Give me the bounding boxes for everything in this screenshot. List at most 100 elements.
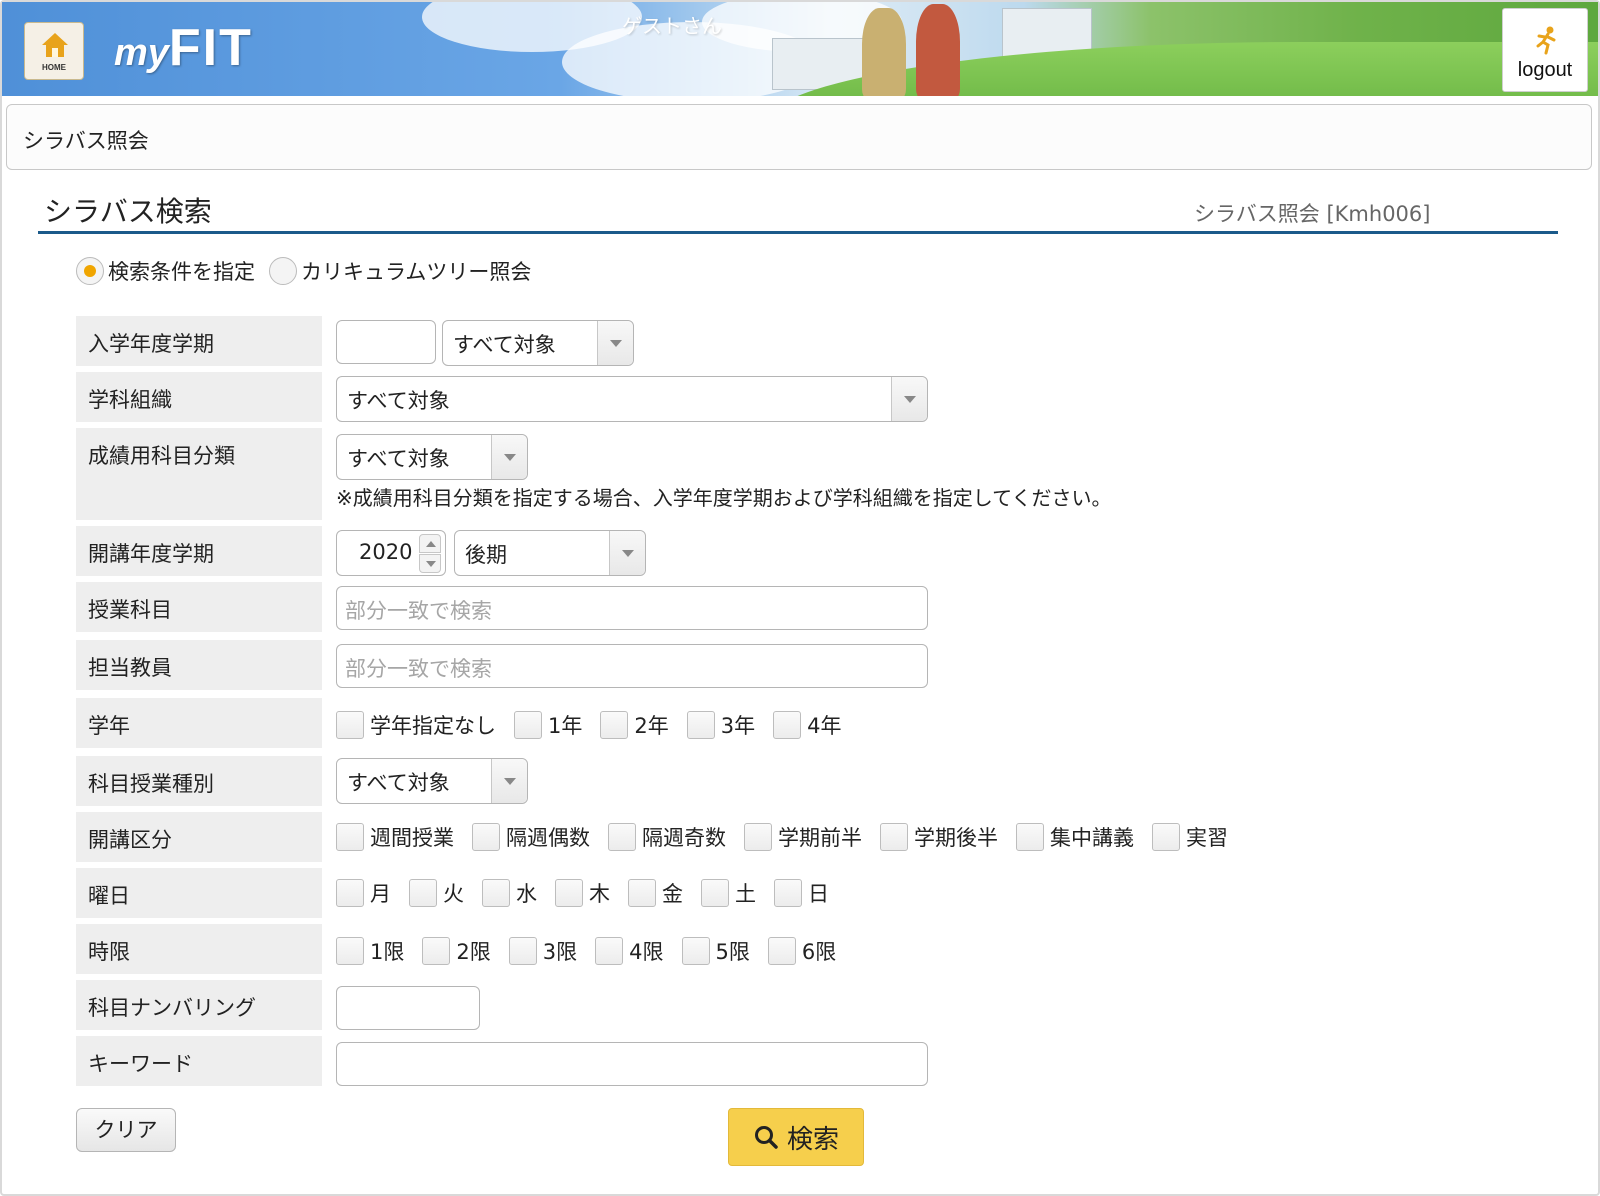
checkbox-item[interactable]: 1年 xyxy=(514,710,582,740)
instructor-input[interactable]: 部分一致で検索 xyxy=(336,644,928,688)
department-label: 学科組織 xyxy=(76,372,322,422)
checkbox-item[interactable]: 学期前半 xyxy=(744,822,862,852)
checkbox[interactable] xyxy=(422,937,451,965)
checkbox-item[interactable]: 水 xyxy=(482,878,537,908)
checkbox-item[interactable]: 学期後半 xyxy=(880,822,998,852)
checkbox-item[interactable]: 月 xyxy=(336,878,391,908)
checkbox-item[interactable]: 週間授業 xyxy=(336,822,454,852)
myfit-logo: myFIT xyxy=(114,18,253,78)
logout-button[interactable]: logout xyxy=(1502,8,1588,92)
radio-search-conditions[interactable] xyxy=(76,257,104,285)
search-button[interactable]: 検索 xyxy=(728,1108,864,1166)
chevron-down-icon xyxy=(891,377,927,421)
checkbox[interactable] xyxy=(336,711,364,739)
offering-year-stepper[interactable]: 2020 xyxy=(336,530,446,576)
chevron-down-icon xyxy=(597,321,633,365)
checkbox-label: 3限 xyxy=(542,940,578,964)
department-select[interactable]: すべて対象 xyxy=(336,376,928,422)
admission-term-label: 入学年度学期 xyxy=(76,316,322,366)
checkbox-item[interactable]: 隔週偶数 xyxy=(472,822,590,852)
grade-category-select[interactable]: すべて対象 xyxy=(336,434,528,480)
checkbox[interactable] xyxy=(628,879,656,907)
select-value: すべて対象 xyxy=(453,333,556,357)
checkbox[interactable] xyxy=(336,937,364,965)
select-value: すべて対象 xyxy=(347,389,450,413)
course-input[interactable]: 部分一致で検索 xyxy=(336,586,928,630)
chevron-down-icon xyxy=(609,531,645,575)
checkbox-item[interactable]: 6限 xyxy=(767,936,836,966)
checkbox-item[interactable]: 日 xyxy=(774,878,829,908)
keyword-input[interactable] xyxy=(336,1042,928,1086)
class-type-select[interactable]: すべて対象 xyxy=(336,758,528,804)
checkbox[interactable] xyxy=(880,823,908,851)
checkbox[interactable] xyxy=(472,823,500,851)
chevron-down-icon xyxy=(491,759,527,803)
checkbox-item[interactable]: 2年 xyxy=(600,710,669,740)
checkbox-item[interactable]: 5限 xyxy=(681,936,750,966)
checkbox[interactable] xyxy=(608,823,636,851)
checkbox-item[interactable]: 集中講義 xyxy=(1016,822,1134,852)
checkbox-item[interactable]: 学年指定なし xyxy=(336,710,496,740)
checkbox[interactable] xyxy=(336,879,364,907)
checkbox-item[interactable]: 金 xyxy=(628,878,683,908)
checkbox[interactable] xyxy=(686,711,715,739)
checkbox-label: 隔週奇数 xyxy=(642,826,726,850)
checkbox[interactable] xyxy=(1016,823,1044,851)
checkbox[interactable] xyxy=(555,879,583,907)
period-label: 時限 xyxy=(76,924,322,974)
checkbox[interactable] xyxy=(409,879,437,907)
checkbox-label: 木 xyxy=(589,882,610,906)
radio-label: 検索条件を指定 xyxy=(108,260,255,284)
year-level-label: 学年 xyxy=(76,698,322,748)
stepper-down-icon[interactable] xyxy=(419,554,441,573)
weekday-label: 曜日 xyxy=(76,868,322,918)
checkbox[interactable] xyxy=(774,879,802,907)
numbering-input[interactable] xyxy=(336,986,480,1030)
checkbox-item[interactable]: 3年 xyxy=(686,710,755,740)
checkbox-item[interactable]: 3限 xyxy=(508,936,578,966)
checkbox[interactable] xyxy=(595,937,624,965)
admission-term-select[interactable]: すべて対象 xyxy=(442,320,634,366)
home-icon xyxy=(42,33,68,57)
checkbox[interactable] xyxy=(600,711,629,739)
offering-term-select[interactable]: 後期 xyxy=(454,530,646,576)
chevron-down-icon xyxy=(491,435,527,479)
admission-year-input[interactable] xyxy=(336,320,436,364)
checkbox[interactable] xyxy=(773,711,802,739)
checkbox-item[interactable]: 火 xyxy=(409,878,464,908)
checkbox[interactable] xyxy=(767,937,796,965)
checkbox[interactable] xyxy=(482,879,510,907)
keyword-label: キーワード xyxy=(76,1036,322,1086)
stepper-up-icon[interactable] xyxy=(419,534,441,553)
checkbox[interactable] xyxy=(744,823,772,851)
checkbox-label: 月 xyxy=(370,882,391,906)
checkbox-item[interactable]: 4限 xyxy=(595,936,664,966)
checkbox[interactable] xyxy=(701,879,729,907)
student-illustration xyxy=(862,8,906,96)
radio-curriculum-tree[interactable] xyxy=(269,257,297,285)
checkbox-item[interactable]: 隔週奇数 xyxy=(608,822,726,852)
checkbox-item[interactable]: 木 xyxy=(555,878,610,908)
schedule-type-label: 開講区分 xyxy=(76,812,322,862)
offering-term-label: 開講年度学期 xyxy=(76,526,322,576)
search-mode-group: 検索条件を指定 カリキュラムツリー照会 xyxy=(76,256,545,286)
checkbox-item[interactable]: 2限 xyxy=(422,936,491,966)
period-checkboxes: 1限 2限 3限 4限 5限 6限 xyxy=(336,936,854,966)
home-button[interactable]: HOME xyxy=(24,22,84,80)
title-divider xyxy=(38,231,1558,234)
checkbox[interactable] xyxy=(508,937,537,965)
checkbox[interactable] xyxy=(336,823,364,851)
checkbox-label: 2限 xyxy=(456,940,491,964)
checkbox[interactable] xyxy=(681,937,710,965)
checkbox-label: 4年 xyxy=(807,714,842,738)
checkbox-item[interactable]: 実習 xyxy=(1152,822,1228,852)
checkbox[interactable] xyxy=(1152,823,1180,851)
select-value: 後期 xyxy=(465,543,507,567)
clear-button[interactable]: クリア xyxy=(76,1108,176,1152)
checkbox[interactable] xyxy=(514,711,542,739)
checkbox-item[interactable]: 土 xyxy=(701,878,756,908)
running-person-icon xyxy=(1536,26,1556,55)
checkbox-label: 学年指定なし xyxy=(370,714,496,738)
checkbox-item[interactable]: 1限 xyxy=(336,936,404,966)
checkbox-item[interactable]: 4年 xyxy=(773,710,842,740)
